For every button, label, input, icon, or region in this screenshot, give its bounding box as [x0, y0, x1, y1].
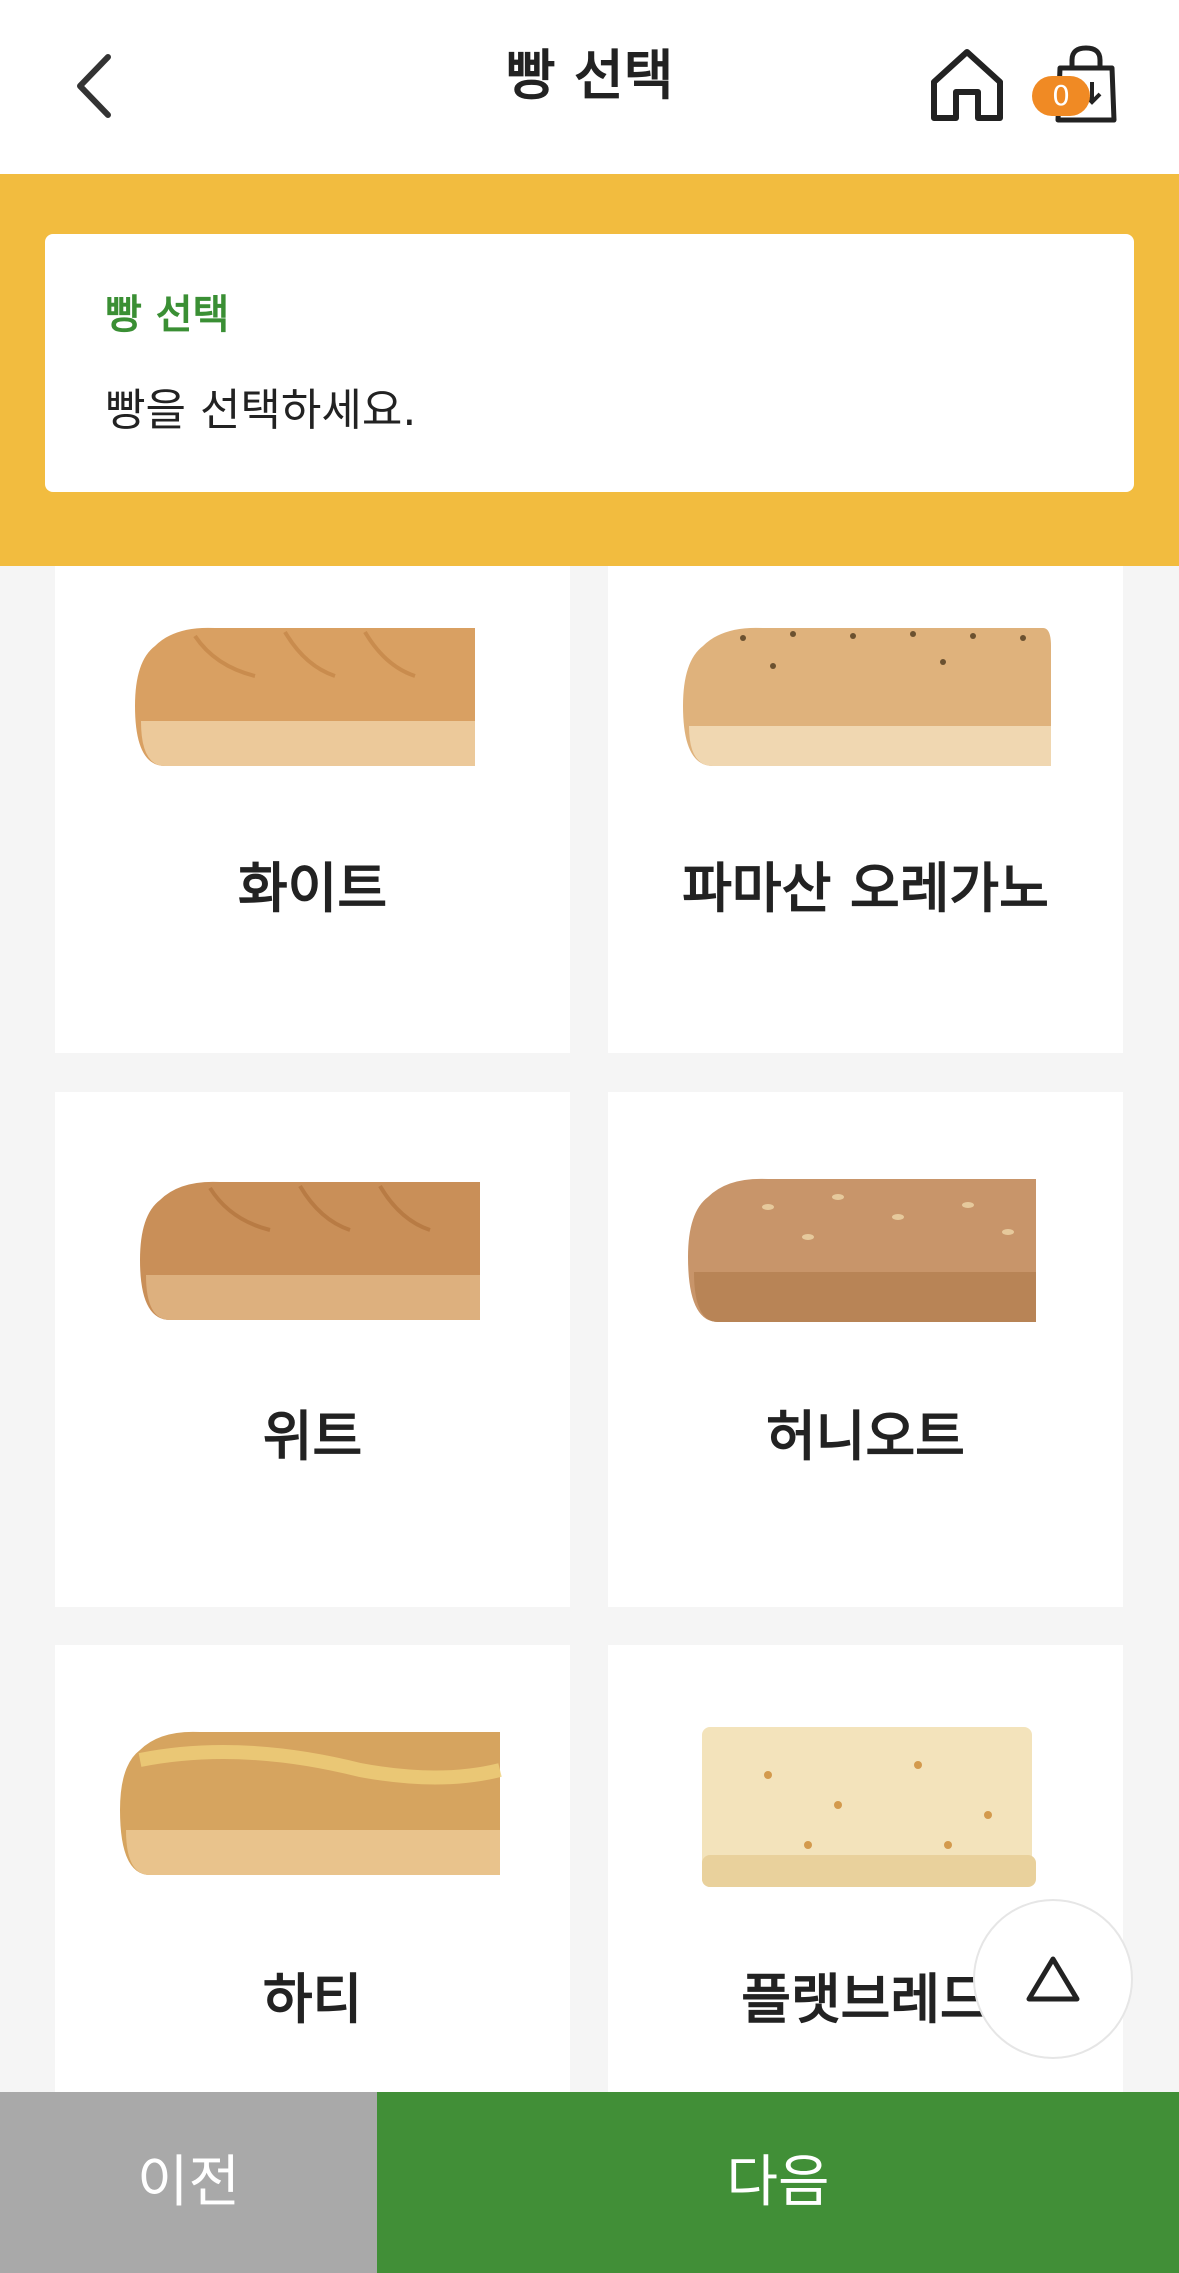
bread-image [702, 1727, 1036, 1887]
home-icon [931, 49, 1003, 121]
home-button[interactable] [928, 46, 1006, 124]
bread-name: 파마산 오레가노 [682, 857, 1049, 920]
bread-name: 허니오트 [766, 1405, 965, 1468]
step-description: 빵을 선택하세요. [105, 385, 417, 436]
bread-image [140, 1181, 480, 1320]
step-info-card: 빵 선택 빵을 선택하세요. [45, 234, 1134, 492]
step-banner: 빵 선택 빵을 선택하세요. [0, 174, 1179, 566]
scroll-top-button[interactable] [973, 1899, 1133, 2059]
bread-image [688, 1178, 1036, 1322]
app-header: 빵 선택 0 [0, 0, 1179, 174]
bread-option-hearty[interactable]: 하티 [55, 1645, 570, 2092]
bottom-nav-bar: 이전 다음 [0, 2092, 1179, 2273]
bread-name: 화이트 [237, 857, 388, 920]
bread-option-white[interactable]: 화이트 [55, 566, 570, 1053]
triangle-up-icon [1026, 1956, 1080, 2002]
bread-option-parmesan-oregano[interactable]: 파마산 오레가노 [608, 566, 1123, 1053]
bread-name: 위트 [262, 1405, 363, 1468]
bread-image [683, 627, 1051, 766]
next-button[interactable]: 다음 [377, 2092, 1179, 2273]
cart-count-badge: 0 [1032, 76, 1090, 116]
bread-option-honey-oat[interactable]: 허니오트 [608, 1092, 1123, 1607]
bread-image [120, 1731, 502, 1875]
bread-image [135, 627, 475, 766]
bread-name: 하티 [262, 1968, 363, 2031]
step-title: 빵 선택 [105, 292, 230, 338]
bread-option-wheat[interactable]: 위트 [55, 1092, 570, 1607]
prev-button[interactable]: 이전 [0, 2092, 377, 2273]
